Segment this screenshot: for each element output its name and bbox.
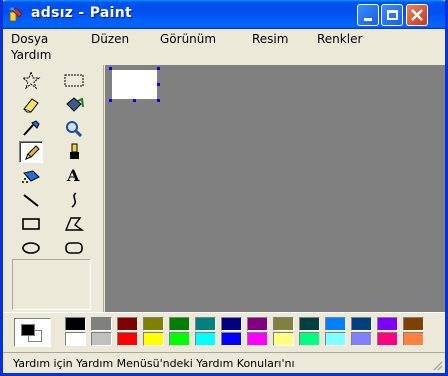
palette-color-swatch[interactable] (169, 317, 190, 331)
paint-app-icon (9, 7, 23, 22)
tool-free-form-select[interactable] (19, 69, 43, 91)
curve-icon (71, 192, 77, 208)
menu-dosya[interactable]: Dosya (11, 32, 48, 46)
minimize-button[interactable] (357, 4, 379, 26)
palette-color-swatch[interactable] (273, 317, 294, 331)
menu-duzen[interactable]: Düzen (91, 32, 129, 46)
palette-color-swatch[interactable] (247, 332, 268, 346)
close-button[interactable] (406, 4, 428, 26)
menu-bar: Dosya Düzen Görünüm Resim Renkler Yardım (3, 29, 445, 65)
menu-yardim[interactable]: Yardım (11, 48, 51, 62)
rounded-rectangle-icon (65, 242, 83, 254)
rectangle-icon (22, 218, 40, 230)
palette-color-swatch[interactable] (143, 332, 164, 346)
minimize-icon (364, 18, 372, 21)
tool-select[interactable] (61, 69, 85, 91)
canvas-resize-handle-right[interactable] (157, 83, 160, 86)
palette-color-swatch[interactable] (91, 317, 112, 331)
status-bar: Yardım için Yardım Menüsü'ndeki Yardım K… (3, 352, 445, 373)
close-icon (411, 9, 423, 21)
current-colors[interactable] (14, 318, 51, 347)
palette-color-swatch[interactable] (299, 332, 320, 346)
tool-airbrush[interactable] (19, 165, 43, 187)
polygon-icon (64, 217, 85, 231)
palette-color-swatch[interactable] (91, 332, 112, 346)
tool-magnifier[interactable] (61, 117, 85, 139)
palette-color-swatch[interactable] (325, 332, 346, 346)
toolbox: A (3, 65, 104, 312)
pencil-icon (25, 145, 40, 160)
canvas-handle-top-right (157, 67, 160, 70)
foreground-color-swatch[interactable] (21, 324, 35, 336)
title-bar[interactable]: adsız - Paint (3, 0, 445, 29)
palette-color-swatch[interactable] (195, 317, 216, 331)
tool-text[interactable]: A (61, 165, 85, 187)
palette-color-swatch[interactable] (377, 332, 398, 346)
ellipse-icon (22, 242, 40, 254)
palette-color-swatch[interactable] (403, 317, 424, 331)
palette-color-swatch[interactable] (65, 317, 86, 331)
drawing-canvas[interactable] (112, 70, 157, 99)
palette-color-swatch[interactable] (143, 317, 164, 331)
menu-gorunum[interactable]: Görünüm (160, 32, 216, 46)
color-palette (3, 312, 445, 349)
text-icon: A (67, 166, 80, 185)
canvas-resize-handle-bottom[interactable] (133, 99, 136, 102)
tool-rectangle[interactable] (19, 213, 43, 235)
paint-window: adsız - Paint Dosya Düzen Görünüm Resim … (0, 0, 448, 376)
tool-line[interactable] (19, 189, 43, 211)
rect-select-icon (64, 74, 84, 87)
palette-color-swatch[interactable] (117, 332, 138, 346)
palette-color-swatch[interactable] (325, 317, 346, 331)
canvas-handle-bottom-left (109, 99, 112, 102)
magnifier-icon (66, 121, 83, 137)
palette-color-swatch[interactable] (117, 317, 138, 331)
palette-color-swatch[interactable] (273, 332, 294, 346)
line-icon (23, 194, 39, 207)
tool-pencil[interactable] (19, 141, 43, 163)
eyedropper-icon (23, 120, 40, 136)
palette-color-swatch[interactable] (299, 317, 320, 331)
eraser-icon (23, 98, 39, 113)
canvas-resize-handle-corner[interactable] (157, 99, 160, 102)
palette-color-swatch[interactable] (221, 332, 242, 346)
palette-color-swatch[interactable] (247, 317, 268, 331)
palette-color-swatch[interactable] (195, 332, 216, 346)
status-text: Yardım için Yardım Menüsü'ndeki Yardım K… (13, 357, 295, 370)
window-title: adsız - Paint (31, 5, 132, 21)
tool-polygon[interactable] (61, 213, 85, 235)
palette-color-swatch[interactable] (221, 317, 242, 331)
fill-bucket-icon (66, 97, 84, 112)
resize-grip-icon[interactable] (431, 359, 443, 371)
palette-color-swatch[interactable] (377, 317, 398, 331)
canvas-handle-top-left (109, 67, 112, 70)
airbrush-icon (22, 170, 40, 183)
brush-icon (70, 143, 79, 159)
tool-brush[interactable] (61, 141, 85, 163)
tool-eraser[interactable] (19, 93, 43, 115)
palette-color-swatch[interactable] (351, 332, 372, 346)
tool-ellipse[interactable] (19, 237, 43, 259)
maximize-button[interactable] (381, 4, 403, 26)
palette-color-swatch[interactable] (351, 317, 372, 331)
palette-color-swatch[interactable] (65, 332, 86, 346)
canvas-area[interactable] (105, 65, 445, 312)
tool-options-box[interactable] (12, 259, 91, 310)
star-select-icon (21, 71, 41, 89)
tool-fill[interactable] (61, 93, 85, 115)
palette-color-swatch[interactable] (169, 332, 190, 346)
menu-resim[interactable]: Resim (252, 32, 288, 46)
tool-pick-color[interactable] (19, 117, 43, 139)
maximize-icon (387, 10, 398, 20)
tool-curve[interactable] (61, 189, 85, 211)
tool-rounded-rectangle[interactable] (61, 237, 85, 259)
menu-renkler[interactable]: Renkler (317, 32, 362, 46)
palette-color-swatch[interactable] (403, 332, 424, 346)
